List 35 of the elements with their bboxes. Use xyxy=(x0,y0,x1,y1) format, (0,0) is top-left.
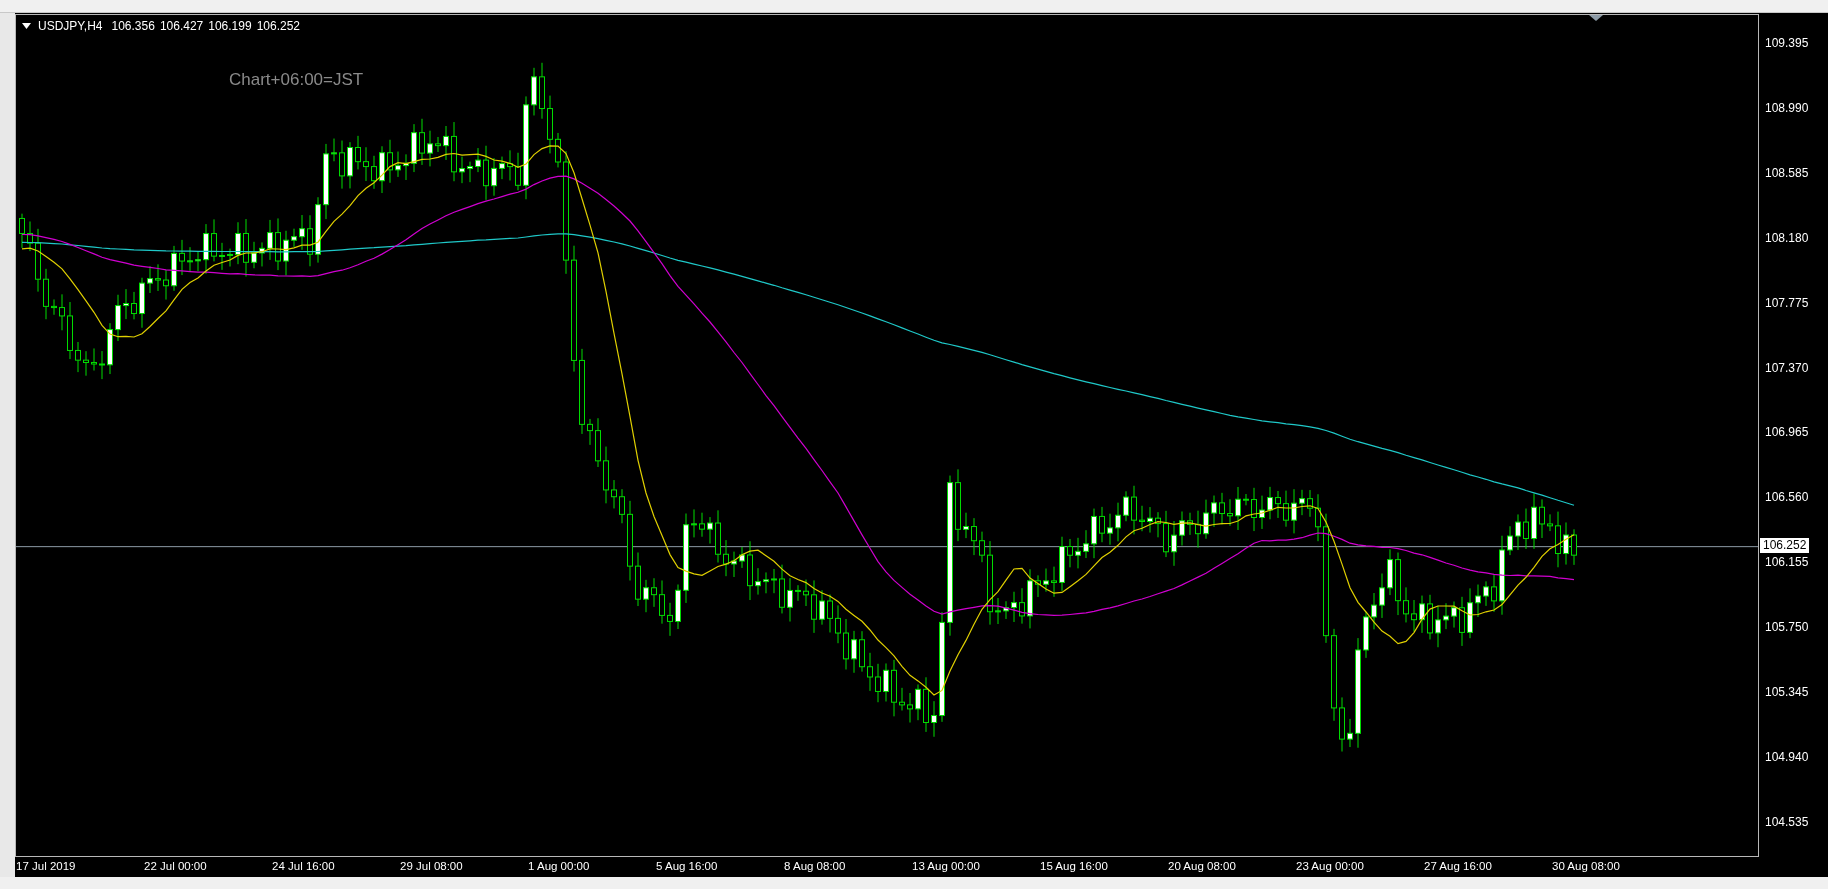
time-tick-label: 30 Aug 08:00 xyxy=(1552,859,1621,874)
timezone-note: Chart+06:00=JST xyxy=(229,70,364,90)
time-tick-label: 13 Aug 00:00 xyxy=(912,859,981,874)
time-tick-label: 29 Jul 08:00 xyxy=(400,859,464,874)
price-tick-label: 106.155 xyxy=(1765,554,1809,571)
dropdown-triangle-icon[interactable] xyxy=(22,23,31,29)
price-tick-label: 106.965 xyxy=(1765,424,1809,441)
price-tick-label: 104.940 xyxy=(1765,748,1809,765)
price-tick-label: 106.560 xyxy=(1765,489,1809,506)
time-tick-label: 24 Jul 16:00 xyxy=(272,859,336,874)
ohlc-value: 106.356 xyxy=(111,19,155,33)
price-tick-label: 109.395 xyxy=(1765,35,1809,51)
price-tick-label: 105.750 xyxy=(1765,619,1809,636)
chart-shift-marker-icon[interactable] xyxy=(1589,15,1603,21)
time-tick-label: 22 Jul 00:00 xyxy=(144,859,208,874)
ohlc-value: 106.252 xyxy=(256,19,301,33)
time-tick-label: 15 Aug 16:00 xyxy=(1040,859,1109,874)
time-tick-label: 8 Aug 08:00 xyxy=(784,859,847,874)
price-tick-label: 104.535 xyxy=(1765,813,1809,830)
price-tick-label: 108.990 xyxy=(1765,99,1809,116)
time-tick-label: 1 Aug 00:00 xyxy=(528,859,591,874)
price-tick-label: 108.585 xyxy=(1765,164,1809,181)
ohlc-value: 106.427 xyxy=(159,19,204,33)
time-tick-label: 20 Aug 08:00 xyxy=(1168,859,1237,874)
price-tick-label: 107.775 xyxy=(1765,294,1809,311)
price-tick-label: 107.370 xyxy=(1765,359,1809,376)
time-tick-label: 23 Aug 00:00 xyxy=(1296,859,1365,874)
time-tick-label: 17 Jul 2019 xyxy=(16,859,77,874)
current-price-label: 106.252 xyxy=(1760,537,1810,553)
price-tick-label: 108.180 xyxy=(1765,229,1809,246)
time-tick-label: 5 Aug 16:00 xyxy=(656,859,719,874)
price-tick-label: 105.345 xyxy=(1765,684,1809,700)
symbol-label: USDJPY,H4 xyxy=(38,19,103,33)
ohlc-value: 106.199 xyxy=(208,19,252,33)
time-tick-label: 27 Aug 16:00 xyxy=(1424,859,1493,874)
